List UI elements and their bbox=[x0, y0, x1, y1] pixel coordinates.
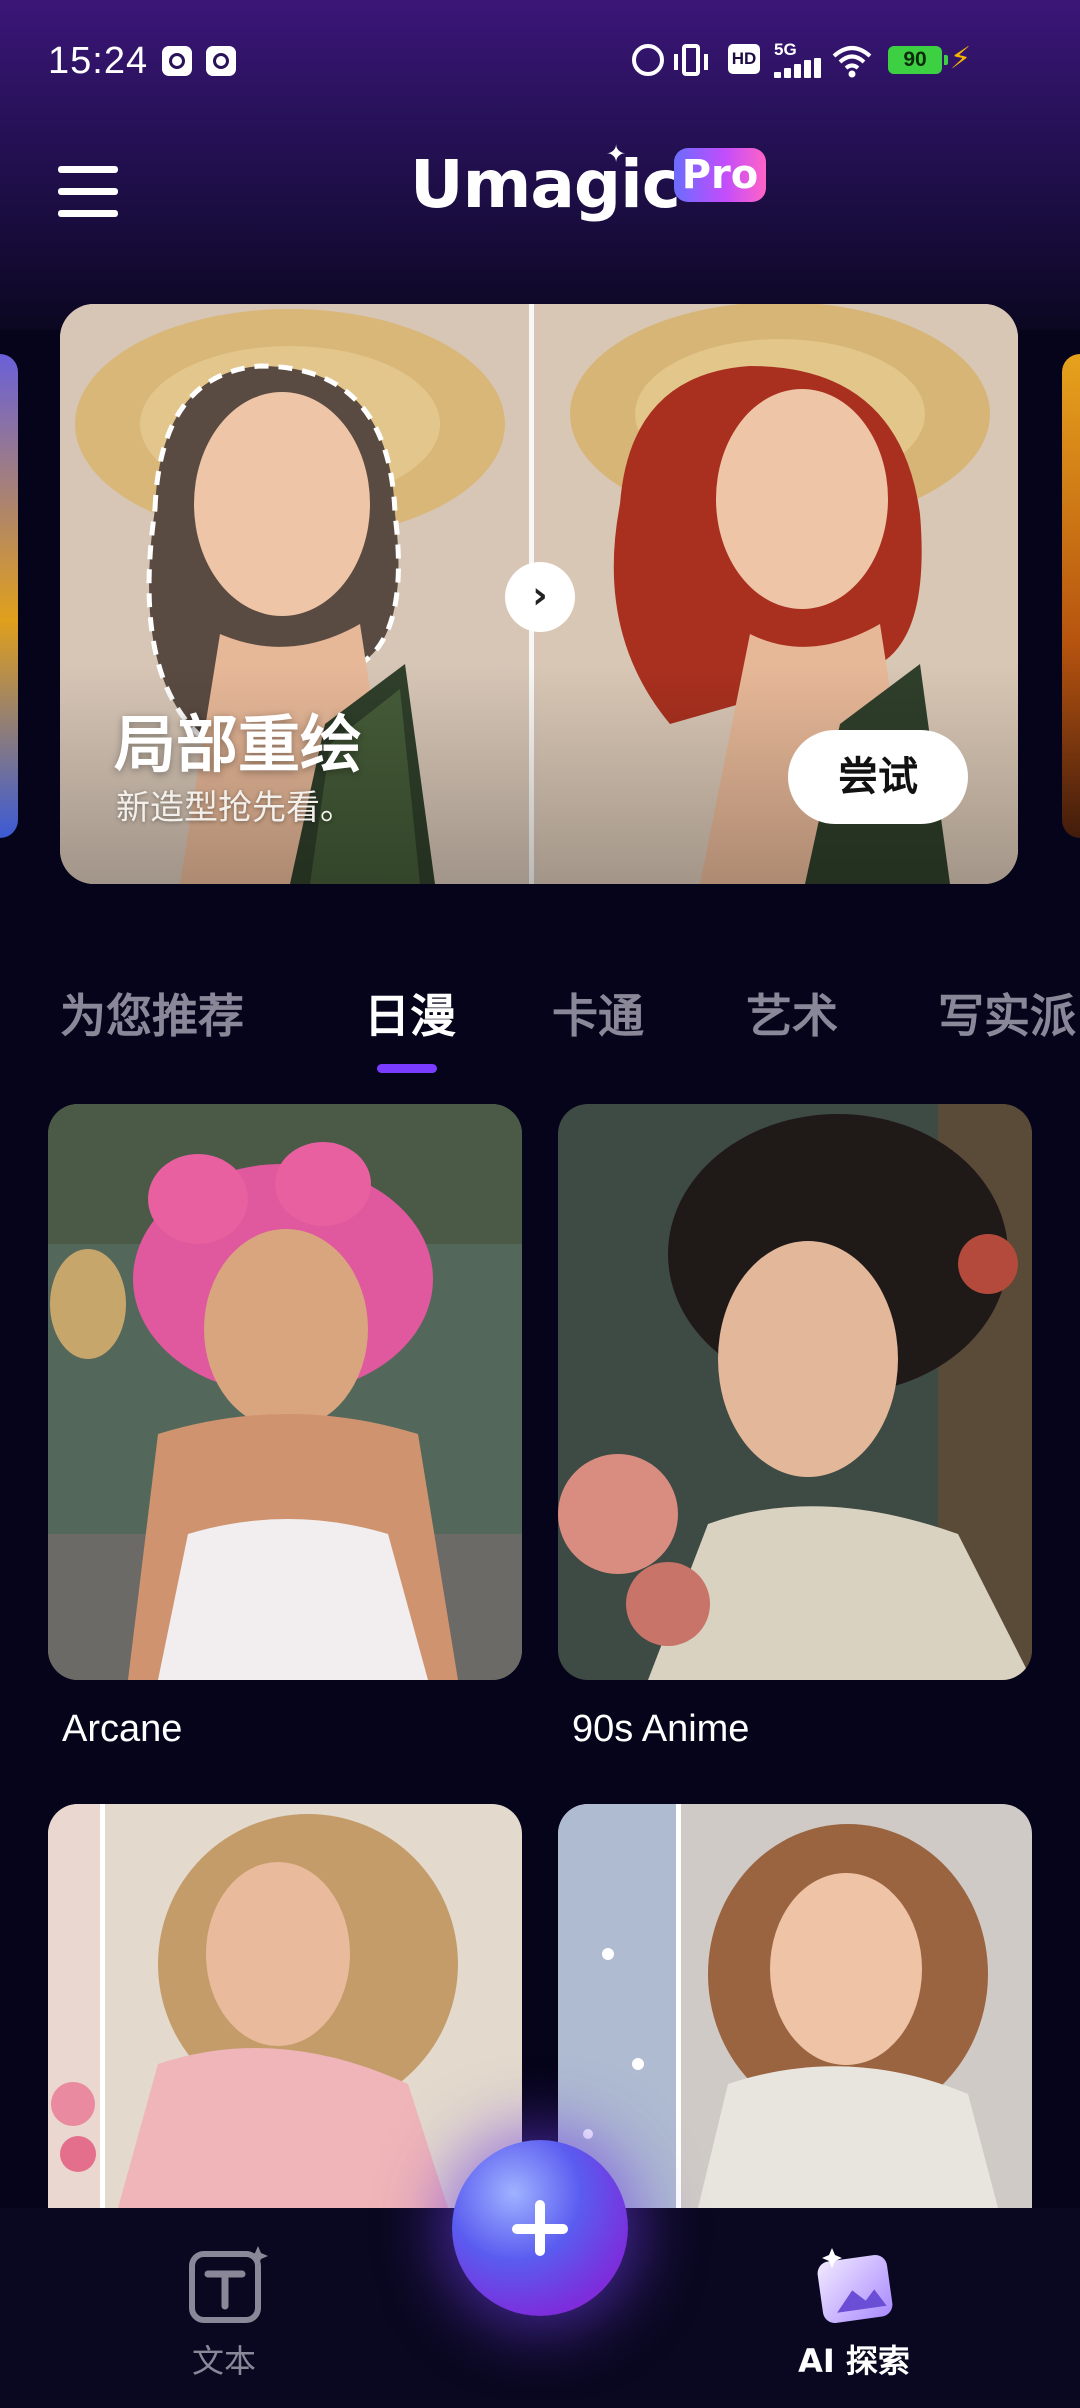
charging-icon: ⚡ bbox=[950, 41, 972, 76]
text-tool-icon bbox=[189, 2246, 268, 2323]
chevron-right-icon: › bbox=[505, 562, 575, 632]
wifi-icon bbox=[832, 46, 872, 78]
category-tabs: 为您推荐 日漫 卡通 艺术 写实派 bbox=[0, 980, 1080, 1070]
tab-realistic[interactable]: 写实派 bbox=[938, 980, 1076, 1046]
status-icons: HD 5G 90 ⚡ bbox=[620, 40, 1080, 80]
pro-badge[interactable]: Pro bbox=[674, 148, 766, 202]
style-thumbnail-4 bbox=[558, 1804, 1032, 2208]
active-tab-indicator bbox=[377, 1064, 437, 1073]
style-thumbnail-3 bbox=[48, 1804, 522, 2208]
tab-art[interactable]: 艺术 bbox=[746, 980, 838, 1046]
tab-anime[interactable]: 日漫 bbox=[364, 980, 456, 1046]
style-card-4[interactable] bbox=[558, 1804, 1032, 2208]
style-card-3[interactable] bbox=[48, 1804, 522, 2208]
nav-ai-explore[interactable]: AI 探索 bbox=[754, 2244, 954, 2384]
banner-subtitle: 新造型抢先看。 bbox=[116, 788, 354, 828]
tab-cartoon[interactable]: 卡通 bbox=[552, 980, 644, 1046]
carousel-next-card[interactable] bbox=[1062, 354, 1080, 838]
app-notification-icon-2 bbox=[206, 46, 236, 76]
menu-button[interactable] bbox=[58, 166, 120, 218]
hd-icon: HD bbox=[728, 44, 760, 74]
nav-text-label: 文本 bbox=[191, 2342, 256, 2380]
carousel-prev-card[interactable] bbox=[0, 354, 18, 838]
app-notification-icon bbox=[162, 46, 192, 76]
signal-icon bbox=[774, 58, 821, 78]
style-thumbnail bbox=[48, 1104, 522, 1680]
app-logo: Umagic ✦ Pro bbox=[410, 140, 770, 236]
logo-text: Umagic bbox=[410, 146, 681, 223]
status-bar: 15:24 HD 5G 90 ⚡ bbox=[0, 0, 1080, 120]
style-thumbnail-2 bbox=[558, 1104, 1032, 1680]
nav-ai-explore-label: AI 探索 bbox=[798, 2342, 910, 2380]
battery-icon: 90 bbox=[888, 46, 948, 74]
nav-text[interactable]: 文本 bbox=[124, 2244, 324, 2384]
style-card-arcane[interactable] bbox=[48, 1104, 522, 1680]
banner-title: 局部重绘 bbox=[114, 708, 363, 781]
alarm-icon bbox=[632, 44, 664, 76]
style-label-arcane: Arcane bbox=[62, 1708, 183, 1750]
ai-explore-icon bbox=[817, 2248, 893, 2324]
try-button[interactable]: 尝试 bbox=[788, 730, 968, 824]
sparkle-icon: ✦ bbox=[606, 140, 627, 168]
create-plus-button[interactable] bbox=[452, 2140, 628, 2316]
style-label-90s-anime: 90s Anime bbox=[572, 1708, 750, 1750]
status-time: 15:24 bbox=[48, 40, 149, 82]
tab-recommended[interactable]: 为您推荐 bbox=[60, 980, 244, 1046]
vibrate-icon bbox=[674, 44, 708, 76]
feature-banner-inpainting[interactable]: › 局部重绘 新造型抢先看。 尝试 bbox=[60, 304, 1018, 884]
style-card-90s-anime[interactable] bbox=[558, 1104, 1032, 1680]
